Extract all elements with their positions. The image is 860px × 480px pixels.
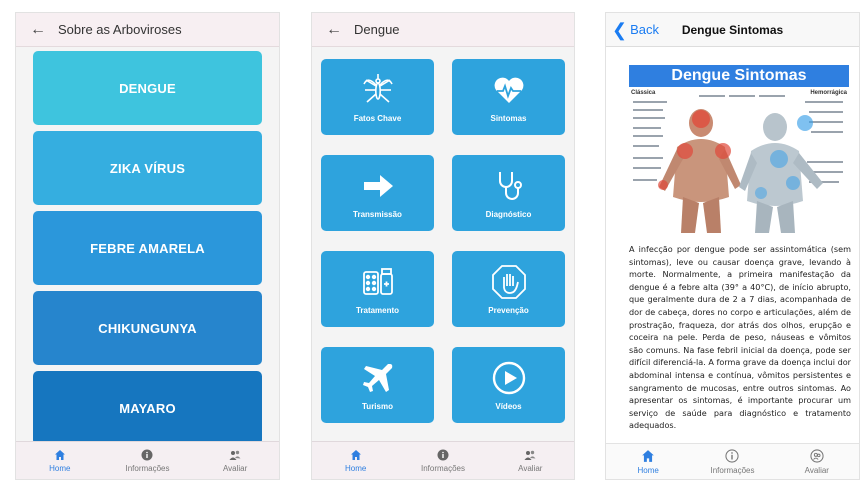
menu-item-label: CHIKUNGUNYA — [98, 320, 197, 336]
tile-label: Diagnóstico — [485, 209, 532, 219]
tab-rate[interactable]: Avaliar — [495, 449, 565, 473]
info-icon — [437, 449, 449, 460]
stop-hand-icon — [491, 264, 526, 299]
poster-label-classica: Clássica — [631, 90, 656, 96]
airplane-icon — [362, 363, 392, 392]
topic-grid: Fatos Chave Sintomas Transmissão Diagnós… — [312, 47, 574, 423]
tile-label: Tratamento — [355, 305, 400, 315]
tab-label: Home — [49, 463, 71, 473]
tile-label: Vídeos — [495, 401, 522, 411]
home-icon — [350, 449, 361, 460]
tab-home[interactable]: Home — [321, 449, 391, 473]
tab-bar: Home Informações Avaliar — [312, 441, 574, 479]
menu-item-label: MAYARO — [119, 400, 176, 416]
menu-item-febre-amarela[interactable]: FEBRE AMARELA — [33, 211, 262, 285]
mosquito-icon — [362, 73, 393, 103]
poster-illustration: Clássica Hemorrágica — [629, 87, 849, 233]
tab-label: Avaliar — [518, 463, 543, 473]
tile-prevencao[interactable]: Prevenção — [452, 251, 565, 327]
poster-banner: Dengue Sintomas — [629, 65, 849, 87]
menu-item-chikungunya[interactable]: CHIKUNGUNYA — [33, 291, 262, 365]
body-figures-illustration — [633, 95, 843, 233]
rate-users-icon — [810, 448, 824, 463]
symptoms-text: A infecção por dengue pode ser assintomá… — [629, 244, 851, 431]
disease-list: DENGUE ZIKA VÍRUS FEBRE AMARELA CHIKUNGU… — [16, 47, 279, 445]
screen-dengue-sintomas: ❮ Back Dengue Sintomas Dengue Sintomas C… — [605, 12, 860, 480]
medicine-icon — [362, 267, 393, 295]
tile-label: Transmissão — [353, 209, 402, 219]
menu-item-zika[interactable]: ZIKA VÍRUS — [33, 131, 262, 205]
tab-bar: Home Informações Avaliar — [606, 443, 859, 479]
tile-fatos-chave[interactable]: Fatos Chave — [321, 59, 434, 135]
chevron-left-icon: ❮ — [612, 19, 628, 40]
heartbeat-icon — [494, 77, 523, 103]
menu-item-label: DENGUE — [119, 80, 176, 96]
stage: ← Sobre as Arboviroses DENGUE ZIKA VÍRUS… — [0, 0, 860, 480]
tab-label: Home — [637, 465, 659, 475]
tile-diagnostico[interactable]: Diagnóstico — [452, 155, 565, 231]
tab-label: Informações — [710, 465, 755, 475]
nav-bar: ❮ Back Dengue Sintomas — [606, 13, 859, 47]
screen-arboviroses: ← Sobre as Arboviroses DENGUE ZIKA VÍRUS… — [15, 12, 280, 480]
tile-videos[interactable]: Vídeos — [452, 347, 565, 423]
tab-label: Avaliar — [222, 463, 248, 473]
menu-item-mayaro[interactable]: MAYARO — [33, 371, 262, 445]
tab-home[interactable]: Home — [613, 449, 683, 475]
poster-label-hemorragica: Hemorrágica — [810, 90, 847, 96]
home-icon — [642, 449, 654, 462]
back-button[interactable]: ❮ Back — [606, 21, 659, 39]
back-arrow-icon[interactable]: ← — [30, 21, 58, 39]
menu-item-dengue[interactable]: DENGUE — [33, 51, 262, 125]
menu-item-label: ZIKA VÍRUS — [109, 160, 186, 176]
back-arrow-icon[interactable]: ← — [326, 21, 354, 39]
tab-bar: Home Informações Avaliar — [16, 441, 279, 479]
menu-item-label: FEBRE AMARELA — [90, 240, 205, 256]
info-icon — [725, 448, 740, 463]
symptoms-poster: Dengue Sintomas Clássica Hemorrágica — [629, 65, 849, 233]
tile-label: Turismo — [362, 401, 393, 411]
tab-home[interactable]: Home — [25, 449, 95, 473]
tab-label: Informações — [125, 463, 170, 473]
tab-rate[interactable]: Avaliar — [782, 448, 852, 475]
tile-label: Prevenção — [488, 305, 529, 315]
back-label: Back — [630, 22, 659, 37]
arrow-right-icon — [363, 174, 393, 197]
tile-transmissao[interactable]: Transmissão — [321, 155, 434, 231]
page-title: Sobre as Arboviroses — [58, 22, 182, 37]
home-icon — [54, 449, 65, 460]
stethoscope-icon — [498, 171, 522, 200]
top-bar: ← Dengue — [312, 13, 574, 47]
tile-sintomas[interactable]: Sintomas — [452, 59, 565, 135]
play-icon — [492, 361, 525, 394]
tile-turismo[interactable]: Turismo — [321, 347, 434, 423]
rate-users-icon — [524, 450, 536, 460]
tile-label: Fatos Chave — [353, 113, 402, 123]
tab-rate[interactable]: Avaliar — [200, 449, 270, 473]
rate-users-icon — [229, 450, 241, 460]
info-icon — [141, 449, 153, 460]
top-bar: ← Sobre as Arboviroses — [16, 13, 279, 47]
tab-info[interactable]: Informações — [408, 449, 478, 473]
tab-label: Informações — [420, 463, 465, 473]
page-title: Dengue — [354, 22, 400, 37]
tab-info[interactable]: Informações — [112, 449, 182, 473]
tab-label: Avaliar — [804, 465, 829, 475]
tab-label: Home — [344, 463, 367, 473]
tile-tratamento[interactable]: Tratamento — [321, 251, 434, 327]
screen-dengue: ← Dengue Fatos Chave Sintomas Transmissã… — [311, 12, 575, 480]
tab-info[interactable]: Informações — [697, 448, 767, 475]
tile-label: Sintomas — [490, 113, 527, 123]
